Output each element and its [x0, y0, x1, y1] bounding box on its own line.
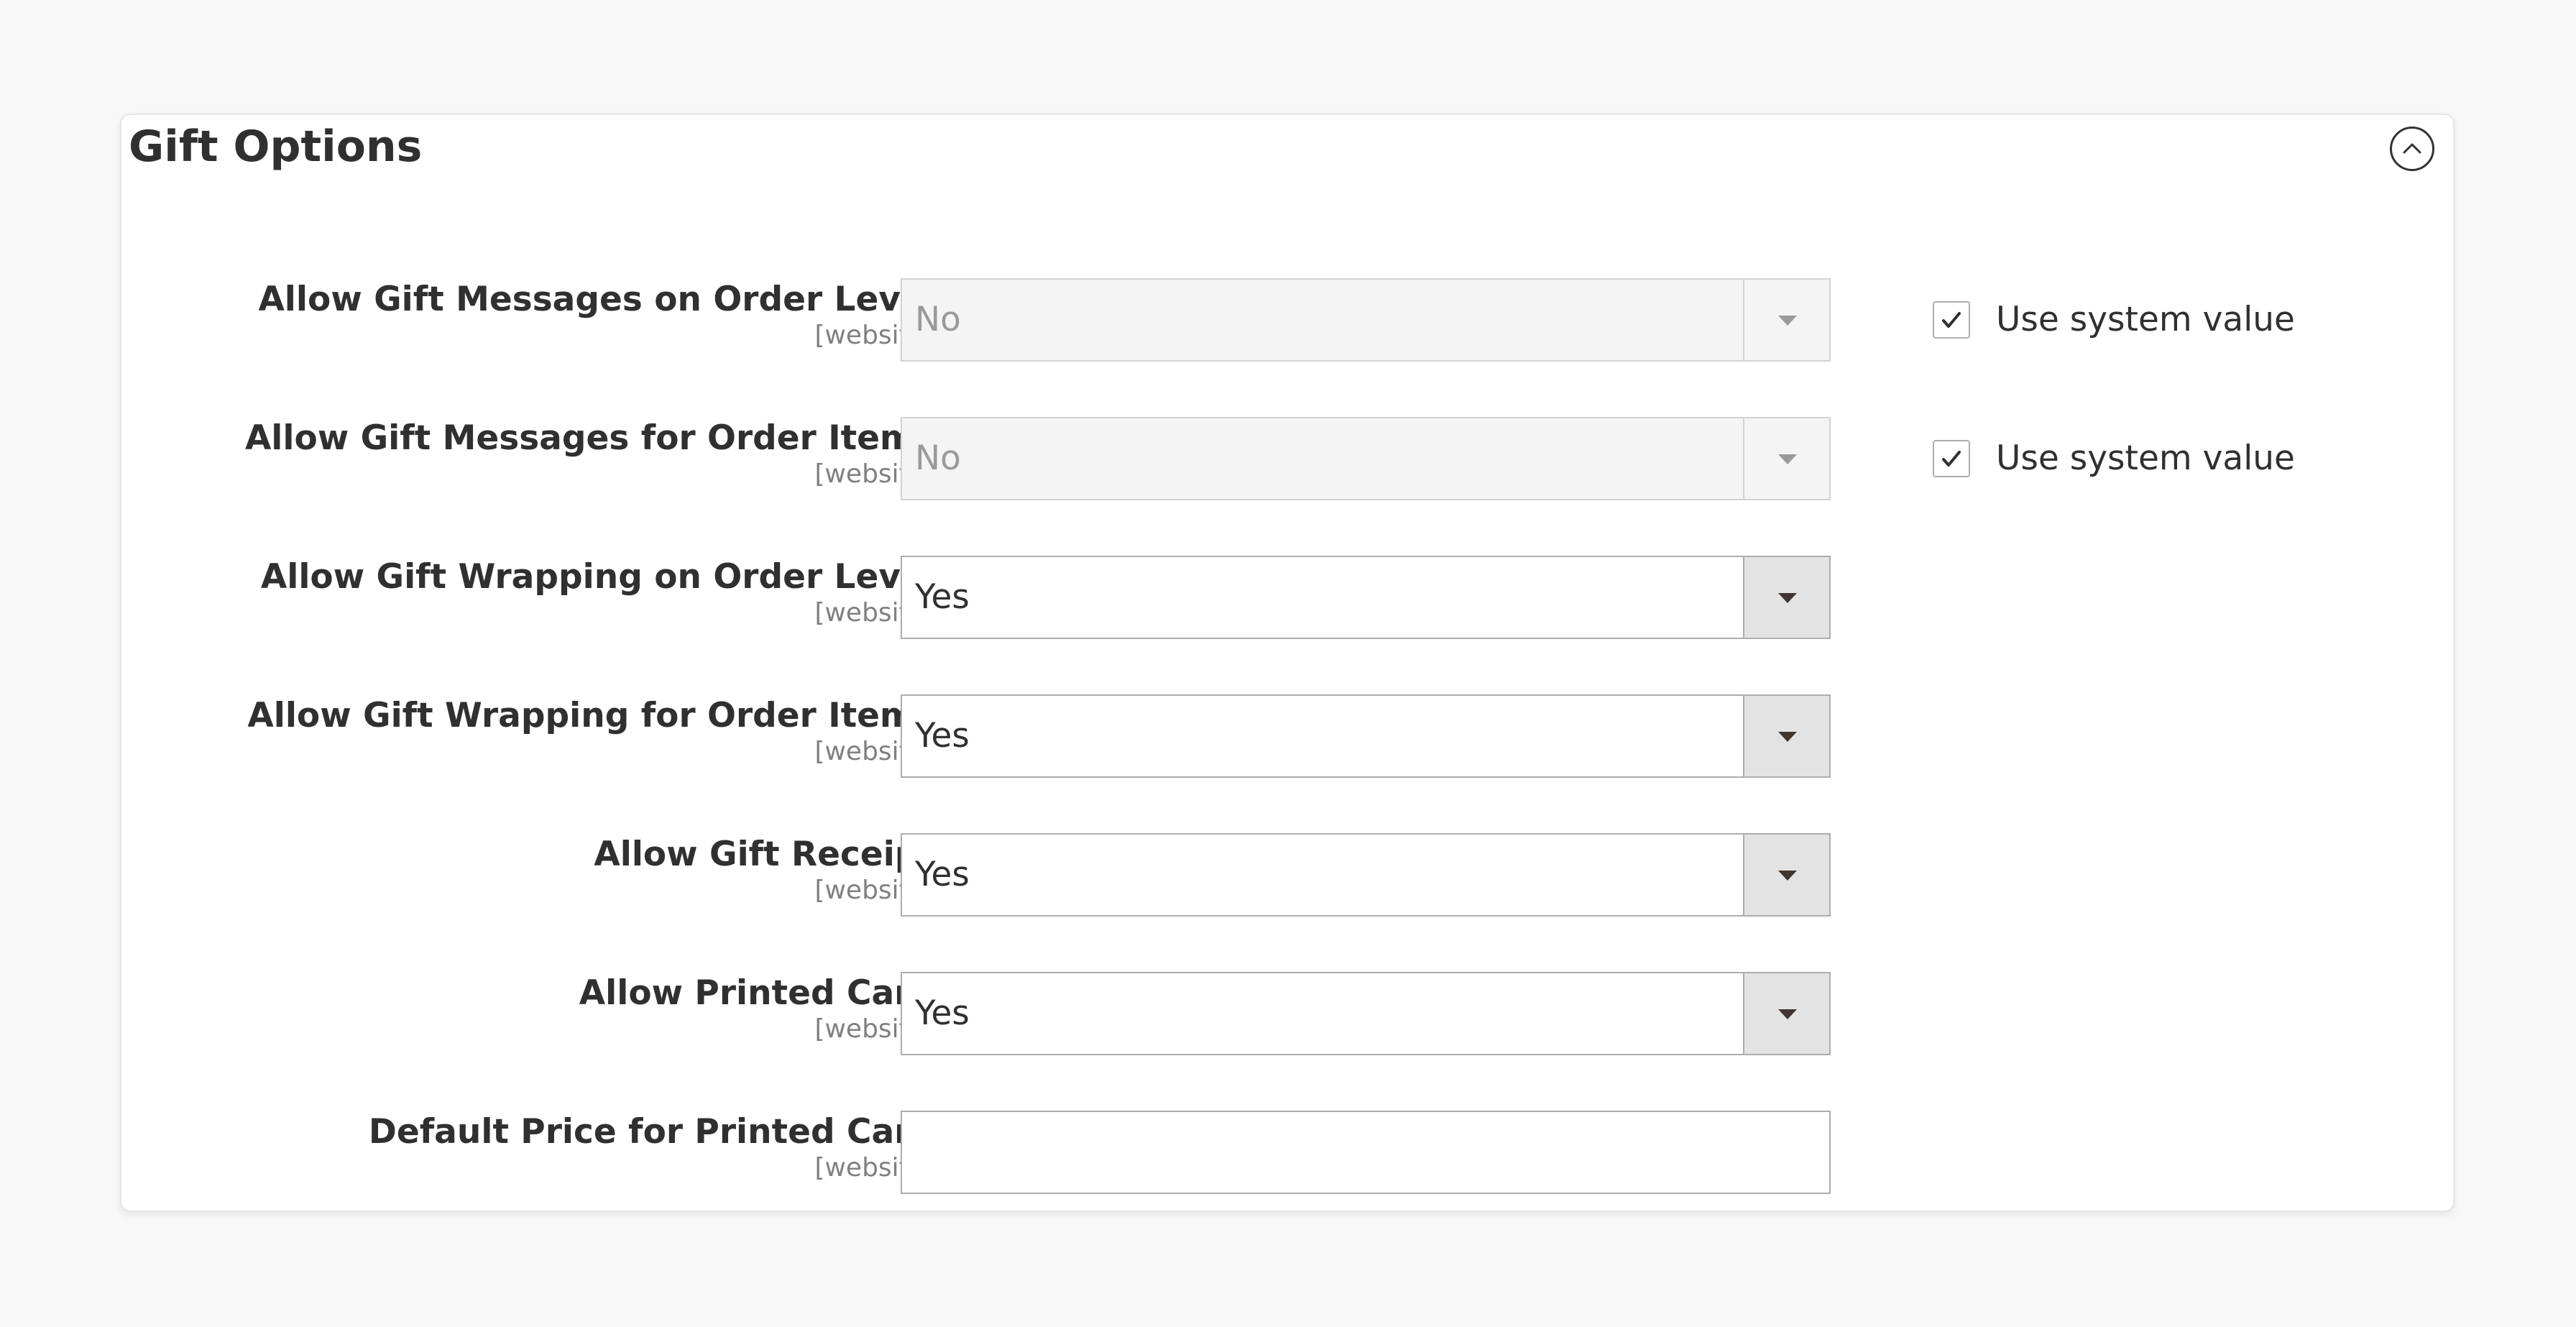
- dropdown-toggle[interactable]: [1743, 557, 1829, 638]
- field-row-gift-receipt: Allow Gift Receipt [website] Yes: [121, 833, 2453, 917]
- use-system-value-label: Use system value: [1996, 300, 2295, 339]
- field-label: Allow Gift Wrapping for Order Items [web…: [193, 694, 935, 766]
- field-scope: [website]: [814, 737, 935, 766]
- field-row-printed-card: Allow Printed Card [website] Yes: [121, 972, 2453, 1055]
- field-row-gift-messages-order-level: Allow Gift Messages on Order Level [webs…: [121, 278, 2453, 362]
- select-value: No: [915, 438, 961, 478]
- field-scope: [website]: [814, 1014, 935, 1044]
- field-label: Allow Gift Messages for Order Items [web…: [193, 417, 935, 489]
- field-label-text: Allow Gift Wrapping on Order Level: [260, 557, 935, 597]
- select-value: No: [915, 300, 961, 339]
- field-label: Allow Gift Wrapping on Order Level [webs…: [193, 556, 935, 628]
- use-system-value-checkbox[interactable]: [1933, 301, 1970, 339]
- triangle-down-icon: [1778, 732, 1797, 742]
- checkmark-icon: [1942, 451, 1961, 467]
- field-scope: [website]: [814, 1153, 935, 1183]
- field-label: Allow Gift Receipt [website]: [193, 833, 935, 905]
- dropdown-toggle[interactable]: [1743, 280, 1829, 360]
- field-label-text: Default Price for Printed Card: [368, 1112, 935, 1152]
- section-title[interactable]: Gift Options: [129, 115, 422, 178]
- dropdown-toggle[interactable]: [1743, 696, 1829, 776]
- gift-options-panel: Gift Options Allow Gift Messages on Orde…: [120, 114, 2455, 1212]
- dropdown-toggle[interactable]: [1743, 835, 1829, 915]
- select-value: Yes: [915, 855, 970, 894]
- triangle-down-icon: [1778, 593, 1797, 603]
- field-label-text: Allow Gift Wrapping for Order Items: [247, 696, 935, 735]
- field-row-gift-wrapping-order-items: Allow Gift Wrapping for Order Items [web…: [121, 694, 2453, 778]
- use-system-value-checkbox[interactable]: [1933, 440, 1970, 477]
- gift-wrapping-order-level-select[interactable]: Yes: [901, 556, 1831, 639]
- field-label: Default Price for Printed Card [website]: [193, 1111, 935, 1183]
- triangle-down-icon: [1778, 454, 1797, 464]
- checkmark-icon: [1942, 312, 1961, 328]
- printed-card-select[interactable]: Yes: [901, 972, 1831, 1055]
- field-label: Allow Printed Card [website]: [193, 972, 935, 1044]
- collapse-section-button[interactable]: [2390, 127, 2434, 171]
- field-label: Allow Gift Messages on Order Level [webs…: [193, 278, 935, 350]
- field-label-text: Allow Gift Messages for Order Items: [244, 418, 935, 458]
- field-scope: [website]: [814, 876, 935, 905]
- triangle-down-icon: [1778, 316, 1797, 326]
- triangle-down-icon: [1778, 871, 1797, 881]
- dropdown-toggle[interactable]: [1743, 973, 1829, 1054]
- field-scope: [website]: [814, 598, 935, 628]
- field-row-gift-wrapping-order-level: Allow Gift Wrapping on Order Level [webs…: [121, 556, 2453, 639]
- field-label-text: Allow Gift Receipt: [594, 835, 935, 874]
- field-scope: [website]: [814, 459, 935, 489]
- field-label-text: Allow Printed Card: [579, 973, 935, 1013]
- gift-receipt-select[interactable]: Yes: [901, 833, 1831, 917]
- field-label-text: Allow Gift Messages on Order Level: [258, 280, 935, 319]
- triangle-down-icon: [1778, 1009, 1797, 1019]
- gift-messages-order-items-select[interactable]: No: [901, 417, 1831, 500]
- select-value: Yes: [915, 993, 970, 1033]
- field-row-gift-messages-order-items: Allow Gift Messages for Order Items [web…: [121, 417, 2453, 500]
- printed-card-price-input[interactable]: [901, 1111, 1831, 1194]
- gift-messages-order-level-select[interactable]: No: [901, 278, 1831, 362]
- dropdown-toggle[interactable]: [1743, 418, 1829, 499]
- field-row-printed-card-price: Default Price for Printed Card [website]: [121, 1111, 2453, 1194]
- chevron-up-circle-icon: [2403, 143, 2421, 154]
- field-scope: [website]: [814, 321, 935, 350]
- select-value: Yes: [915, 577, 970, 617]
- use-system-value-label: Use system value: [1996, 438, 2295, 478]
- gift-wrapping-order-items-select[interactable]: Yes: [901, 694, 1831, 778]
- select-value: Yes: [915, 716, 970, 756]
